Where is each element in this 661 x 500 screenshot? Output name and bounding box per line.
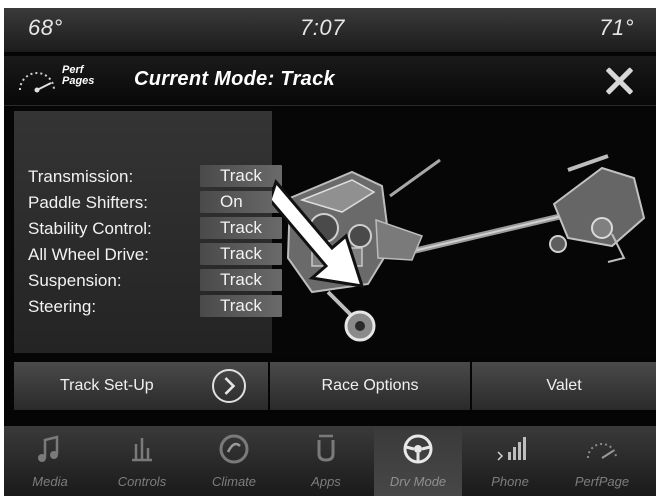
valet-button[interactable]: Valet — [472, 362, 656, 410]
steering-wheel-icon — [403, 434, 433, 464]
setting-row-suspension: Suspension: Track — [28, 269, 282, 293]
bottom-nav-bar: Media Controls Climate Apps Drv Mode Pho… — [4, 426, 656, 496]
setting-label: Suspension: — [28, 271, 122, 290]
setting-row-all-wheel-drive: All Wheel Drive: Track — [28, 243, 282, 267]
phone-icon — [497, 437, 526, 461]
infotainment-screen: 68° 7:07 71° Perf Pages Current Mode: Tr… — [4, 8, 656, 496]
outside-temp-right: 71° — [599, 15, 634, 40]
setting-label: Transmission: — [28, 167, 134, 186]
main-content: Transmission: Track Paddle Shifters: On … — [4, 108, 656, 356]
perf-pages-logo: Perf Pages — [62, 64, 95, 87]
status-bar: 68° 7:07 71° — [4, 8, 656, 52]
setting-label: All Wheel Drive: — [28, 245, 149, 264]
outside-temp-left: 68° — [28, 15, 63, 40]
music-note-icon — [38, 435, 59, 462]
page-header: Perf Pages Current Mode: Track — [4, 56, 656, 106]
track-setup-button[interactable]: Track Set-Up — [14, 362, 268, 410]
setting-row-paddle-shifters: Paddle Shifters: On — [28, 191, 282, 215]
nav-item-drv-mode[interactable]: Drv Mode — [374, 426, 462, 496]
setting-label: Stability Control: — [28, 219, 152, 238]
climate-icon — [219, 434, 249, 464]
race-options-button[interactable]: Race Options — [270, 362, 470, 410]
action-buttons: Track Set-Up Race Options Valet — [4, 360, 656, 412]
nav-item-perfpage[interactable]: PerfPage — [558, 426, 646, 496]
close-button[interactable] — [602, 64, 636, 98]
nav-item-controls[interactable]: Controls — [98, 426, 186, 496]
drivetrain-illustration — [272, 154, 646, 342]
setting-label: Steering: — [28, 297, 97, 316]
setting-value: Track — [200, 243, 282, 265]
mode-settings-panel: Transmission: Track Paddle Shifters: On … — [14, 111, 282, 353]
clock: 7:07 — [300, 15, 345, 40]
nav-item-phone[interactable]: Phone — [466, 426, 554, 496]
setting-value: Track — [200, 217, 282, 239]
controls-icon — [132, 438, 152, 462]
gauge-icon — [19, 72, 55, 93]
setting-label: Paddle Shifters: — [28, 193, 149, 212]
nav-item-media[interactable]: Media — [6, 426, 94, 496]
setting-row-stability-control: Stability Control: Track — [28, 217, 282, 241]
setting-value: On — [200, 191, 282, 213]
page-title: Current Mode: Track — [134, 68, 335, 90]
nav-item-climate[interactable]: Climate — [190, 426, 278, 496]
setting-row-transmission: Transmission: Track — [28, 165, 282, 189]
setting-row-steering: Steering: Track — [28, 295, 282, 319]
apps-icon — [317, 434, 335, 462]
nav-item-apps[interactable]: Apps — [282, 426, 370, 496]
chevron-right-icon[interactable] — [212, 369, 246, 403]
rear-axle-icon — [549, 154, 646, 263]
setting-value: Track — [200, 165, 282, 187]
setting-value: Track — [200, 295, 282, 317]
gauge-icon — [587, 443, 617, 459]
setting-value: Track — [200, 269, 282, 291]
